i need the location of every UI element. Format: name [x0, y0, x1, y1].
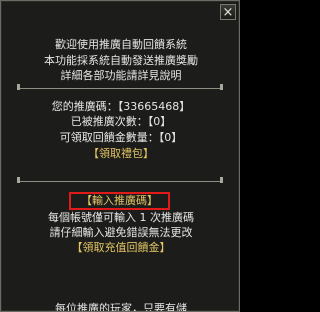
reward-gold-text: 可領取回饋金數量：【0】 [59, 131, 183, 144]
promo-count-text: 已被推廣次數：【0】 [70, 115, 172, 128]
divider-bottom [17, 177, 223, 183]
note-line-1: 每個帳號僅可輸入 1 次推廣碼 [48, 211, 194, 224]
intro-line-1: 歡迎使用推廣自動回饋系統 [55, 38, 187, 51]
intro-line-2: 本功能採系統自動發送推廣獎勵 [44, 54, 198, 67]
enter-promo-code-button[interactable]: 【輸入推廣碼】 [69, 192, 170, 210]
claim-recharge-button[interactable]: 【領取充值回饋金】 [1, 241, 239, 255]
promo-code-text: 您的推廣碼：【33665468】 [51, 100, 191, 113]
intro-line-3: 詳細各部功能請詳見說明 [60, 69, 182, 82]
promotion-dialog: × 歡迎使用推廣自動回饋系統 本功能採系統自動發送推廣獎勵 詳細各部功能請詳見說… [0, 0, 240, 312]
divider-top [17, 84, 223, 90]
claim-gift-button[interactable]: 【領取禮包】 [1, 147, 239, 161]
note-line-2: 請仔細輸入避免錯誤無法更改 [49, 226, 193, 239]
footer-partial-text: 每位推廣的玩家，只要有儲 [55, 302, 187, 312]
close-icon[interactable]: × [220, 4, 236, 20]
